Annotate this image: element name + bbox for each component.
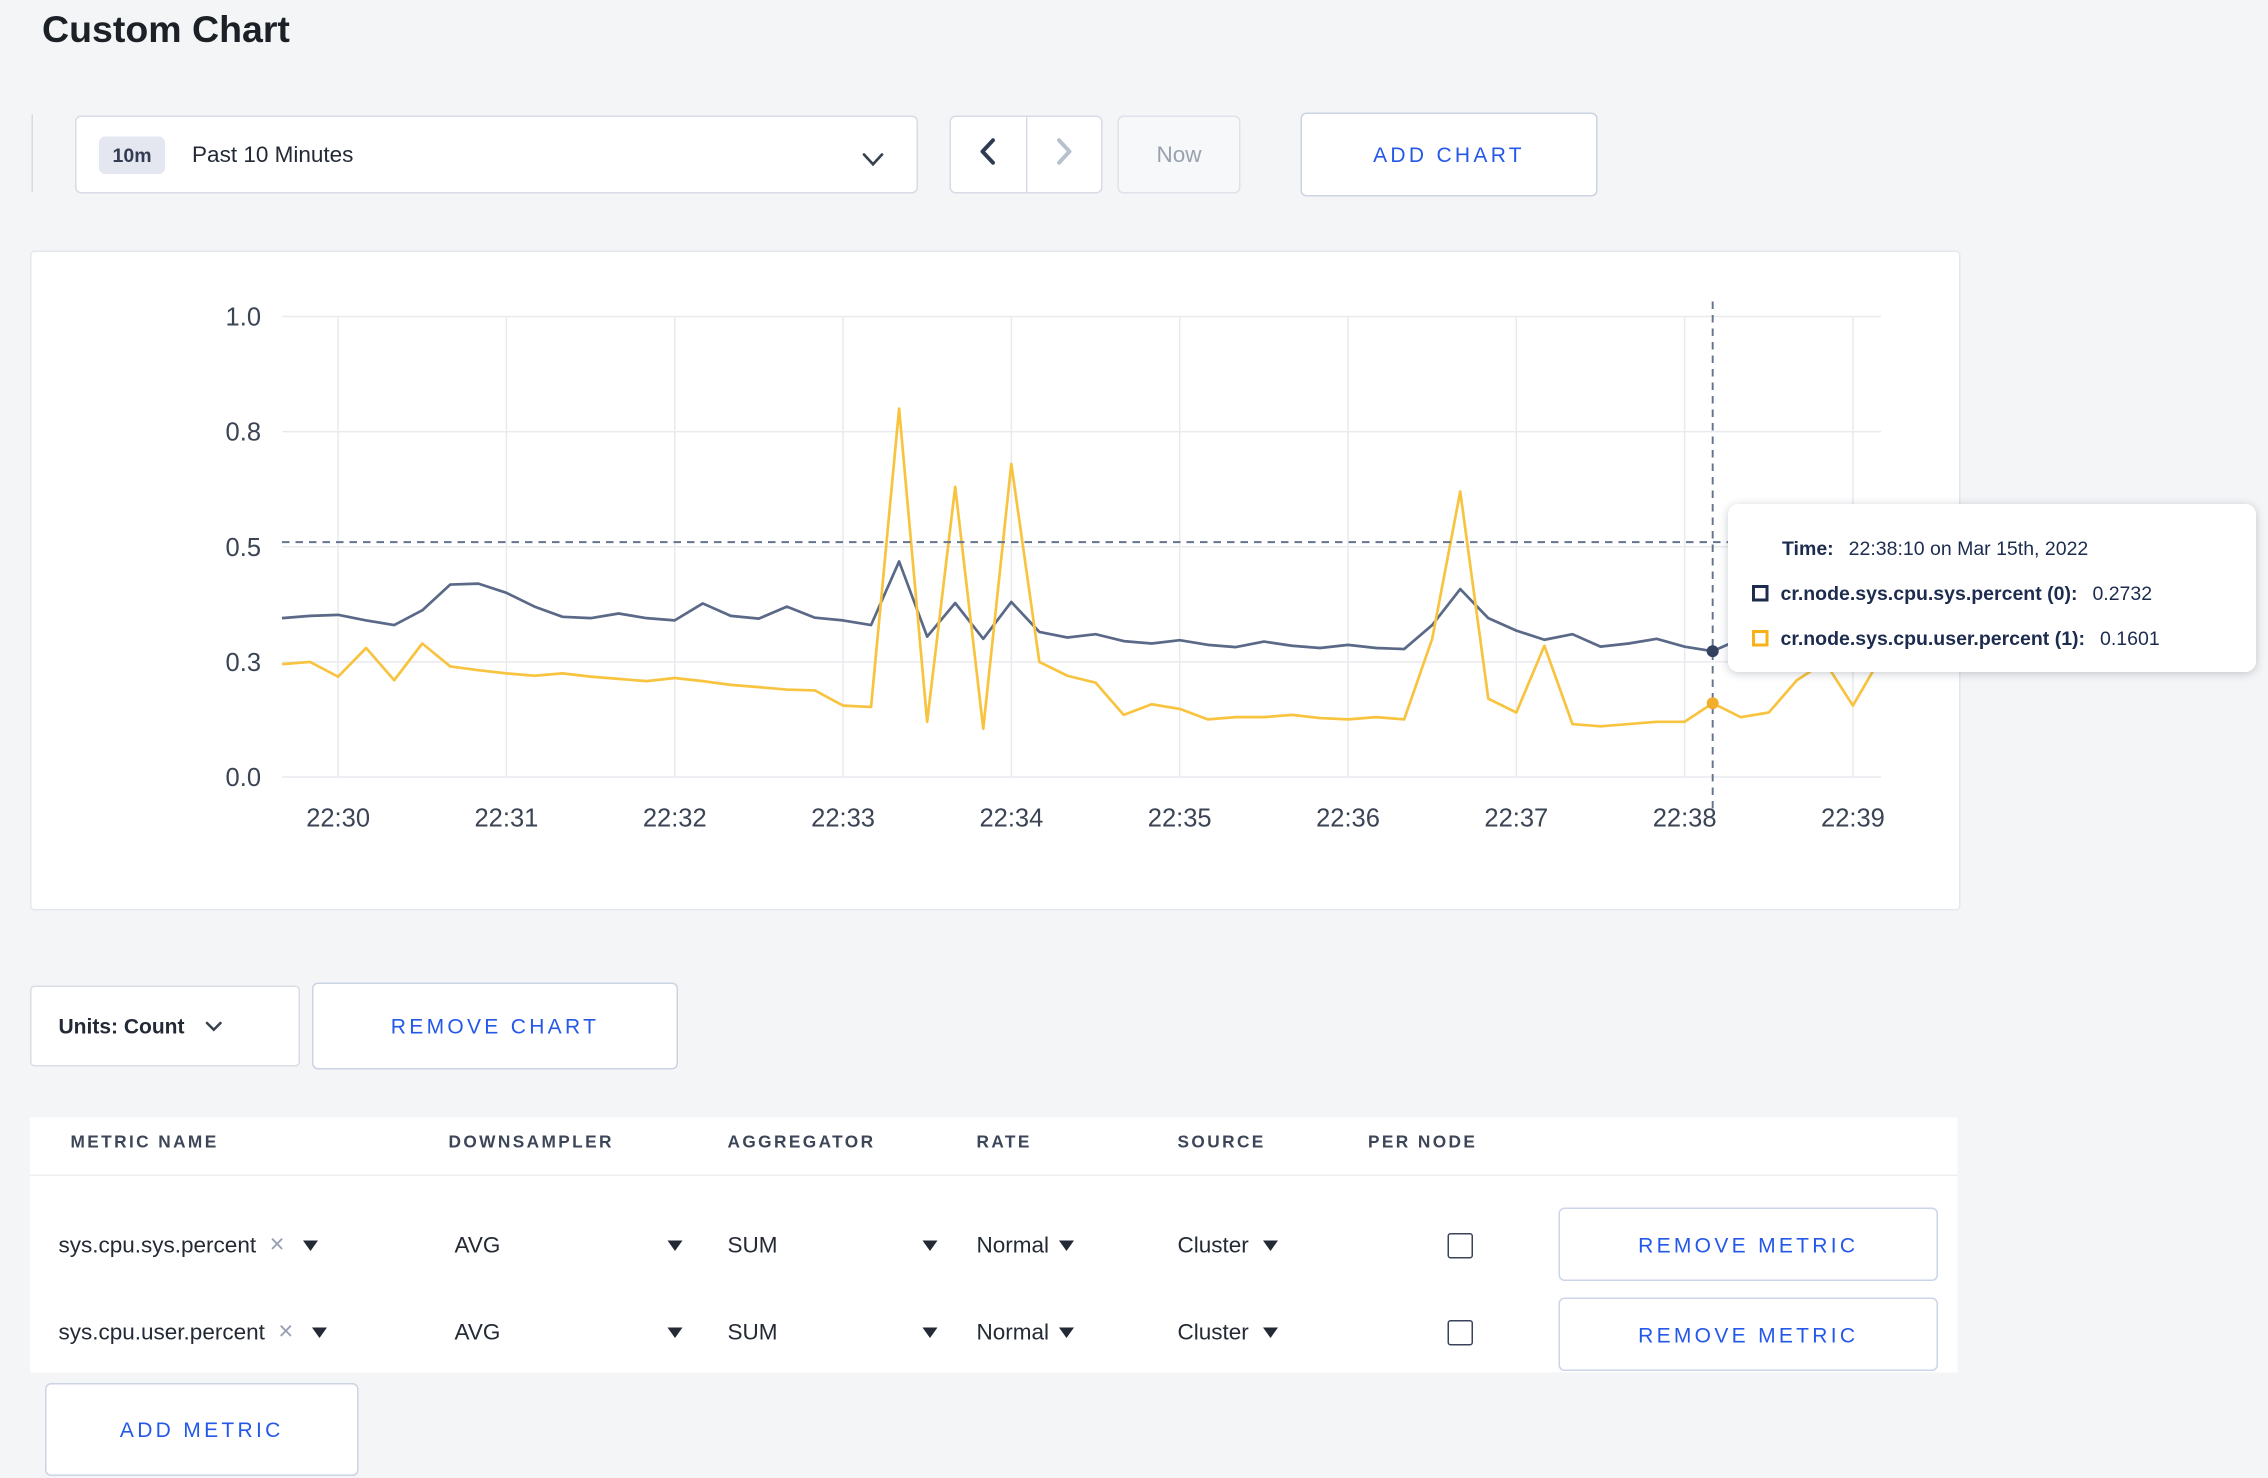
- per-node-cell: [1447, 1202, 1473, 1289]
- downsampler-select[interactable]: AVG: [455, 1289, 683, 1376]
- caret-down-icon: [302, 1239, 318, 1251]
- tooltip-time-value: 22:38:10 on Mar 15th, 2022: [1848, 536, 2089, 559]
- x-tick-label: 22:30: [306, 805, 370, 833]
- series-line-user: [281, 407, 1883, 731]
- header-aggregator: AGGREGATOR: [727, 1134, 876, 1152]
- x-tick-label: 22:39: [1821, 805, 1885, 833]
- per-node-checkbox[interactable]: [1447, 1232, 1473, 1258]
- rate-select[interactable]: Normal: [977, 1202, 1075, 1289]
- header-rate: RATE: [976, 1134, 1032, 1152]
- timeseries-chart[interactable]: 0.0 0.3 0.5 0.8 1.0 22:30 22:31 22:32 22:33 22:34…: [32, 252, 1960, 909]
- page-title: Custom Chart: [42, 9, 290, 51]
- metric-name-select[interactable]: sys.cpu.sys.percent ×: [59, 1202, 318, 1289]
- rate-value: Normal: [976, 1319, 1050, 1345]
- tooltip-time-key: Time:: [1782, 536, 1834, 559]
- table-row: sys.cpu.sys.percent × AVG SUM Normal Clu…: [30, 1202, 1958, 1289]
- y-tick-label: 0.5: [226, 534, 261, 562]
- caret-down-icon: [922, 1239, 938, 1251]
- y-tick-label: 0.0: [226, 764, 261, 792]
- chevron-down-icon: [862, 147, 884, 174]
- aggregator-value: SUM: [727, 1232, 778, 1258]
- units-label: Units: Count: [58, 1014, 185, 1038]
- header-per-node: PER NODE: [1368, 1134, 1478, 1152]
- downsampler-value: AVG: [454, 1232, 501, 1258]
- tooltip-series-user-label: cr.node.sys.cpu.user.percent (1):: [1780, 626, 2086, 649]
- caret-down-icon: [311, 1326, 327, 1338]
- series-swatch-user-icon: [1752, 629, 1769, 646]
- metrics-table-header: METRIC NAME DOWNSAMPLER AGGREGATOR RATE …: [30, 1118, 1958, 1176]
- metric-name-value: sys.cpu.sys.percent: [58, 1232, 257, 1258]
- table-row: sys.cpu.user.percent × AVG SUM Normal Cl…: [30, 1289, 1958, 1376]
- x-tick-label: 22:33: [811, 805, 875, 833]
- hover-point-0: [1706, 645, 1719, 658]
- chart-tooltip: Time: 22:38:10 on Mar 15th, 2022 cr.node…: [1728, 504, 2256, 672]
- remove-metric-button[interactable]: REMOVE METRIC: [1558, 1207, 1938, 1281]
- source-select[interactable]: Cluster: [1178, 1202, 1278, 1289]
- chevron-left-icon: [980, 137, 997, 172]
- x-tick-label: 22:38: [1653, 805, 1717, 833]
- tooltip-series-user-value: 0.1601: [2100, 626, 2160, 649]
- y-tick-label: 0.8: [226, 419, 261, 447]
- now-button[interactable]: Now: [1117, 115, 1241, 194]
- add-metric-button[interactable]: ADD METRIC: [45, 1383, 359, 1476]
- series-swatch-sys-icon: [1752, 584, 1769, 601]
- x-tick-label: 22:37: [1484, 805, 1548, 833]
- remove-metric-button[interactable]: REMOVE METRIC: [1558, 1297, 1938, 1371]
- tooltip-series-sys-label: cr.node.sys.cpu.sys.percent (0):: [1780, 581, 2078, 604]
- prev-time-button[interactable]: [951, 117, 1027, 192]
- chevron-down-icon: [205, 1013, 222, 1040]
- x-tick-label: 22:36: [1316, 805, 1380, 833]
- chevron-right-icon: [1056, 137, 1073, 172]
- metrics-table: METRIC NAME DOWNSAMPLER AGGREGATOR RATE …: [30, 1117, 1958, 1376]
- caret-down-icon: [922, 1326, 938, 1338]
- custom-chart-page: Custom Chart 10m Past 10 Minutes Now ADD…: [0, 0, 2268, 1478]
- caret-down-icon: [1059, 1239, 1075, 1251]
- toolbar-divider: [31, 114, 33, 192]
- header-downsampler: DOWNSAMPLER: [448, 1134, 614, 1152]
- time-window-label: Past 10 Minutes: [192, 141, 354, 168]
- chart-card: 0.0 0.3 0.5 0.8 1.0 22:30 22:31 22:32 22:33 22:34…: [30, 250, 1961, 911]
- tooltip-series-sys-value: 0.2732: [2092, 581, 2153, 604]
- per-node-checkbox[interactable]: [1447, 1319, 1473, 1345]
- metric-name-value: sys.cpu.user.percent: [58, 1319, 265, 1345]
- time-window-badge: 10m: [99, 135, 166, 174]
- hover-point-1: [1706, 697, 1719, 710]
- remove-chart-button[interactable]: REMOVE CHART: [312, 982, 678, 1070]
- aggregator-select[interactable]: SUM: [728, 1289, 938, 1376]
- x-tick-label: 22:31: [475, 805, 539, 833]
- caret-down-icon: [667, 1239, 683, 1251]
- units-dropdown[interactable]: Units: Count: [30, 985, 300, 1067]
- rate-select[interactable]: Normal: [977, 1289, 1075, 1376]
- next-time-button[interactable]: [1027, 117, 1101, 192]
- caret-down-icon: [1262, 1239, 1278, 1251]
- aggregator-value: SUM: [727, 1319, 778, 1345]
- x-tick-label: 22:32: [643, 805, 707, 833]
- caret-down-icon: [1059, 1326, 1075, 1338]
- source-value: Cluster: [1177, 1232, 1249, 1258]
- y-tick-label: 0.3: [226, 649, 261, 677]
- caret-down-icon: [667, 1326, 683, 1338]
- source-select[interactable]: Cluster: [1178, 1289, 1278, 1376]
- per-node-cell: [1447, 1289, 1473, 1376]
- clear-icon[interactable]: ×: [270, 1230, 285, 1260]
- metric-name-select[interactable]: sys.cpu.user.percent ×: [59, 1289, 327, 1376]
- header-source: SOURCE: [1177, 1134, 1266, 1152]
- downsampler-select[interactable]: AVG: [455, 1202, 683, 1289]
- time-nav-group: [949, 115, 1103, 194]
- x-tick-label: 22:35: [1148, 805, 1212, 833]
- rate-value: Normal: [976, 1232, 1050, 1258]
- source-value: Cluster: [1177, 1319, 1249, 1345]
- downsampler-value: AVG: [454, 1319, 501, 1345]
- caret-down-icon: [1262, 1326, 1278, 1338]
- x-tick-label: 22:34: [979, 805, 1043, 833]
- aggregator-select[interactable]: SUM: [728, 1202, 938, 1289]
- add-chart-button[interactable]: ADD CHART: [1300, 112, 1598, 197]
- y-tick-label: 1.0: [226, 304, 261, 332]
- time-window-dropdown[interactable]: 10m Past 10 Minutes: [75, 115, 918, 194]
- clear-icon[interactable]: ×: [278, 1317, 293, 1347]
- series-line-sys: [281, 560, 1882, 653]
- header-metric-name: METRIC NAME: [70, 1134, 219, 1152]
